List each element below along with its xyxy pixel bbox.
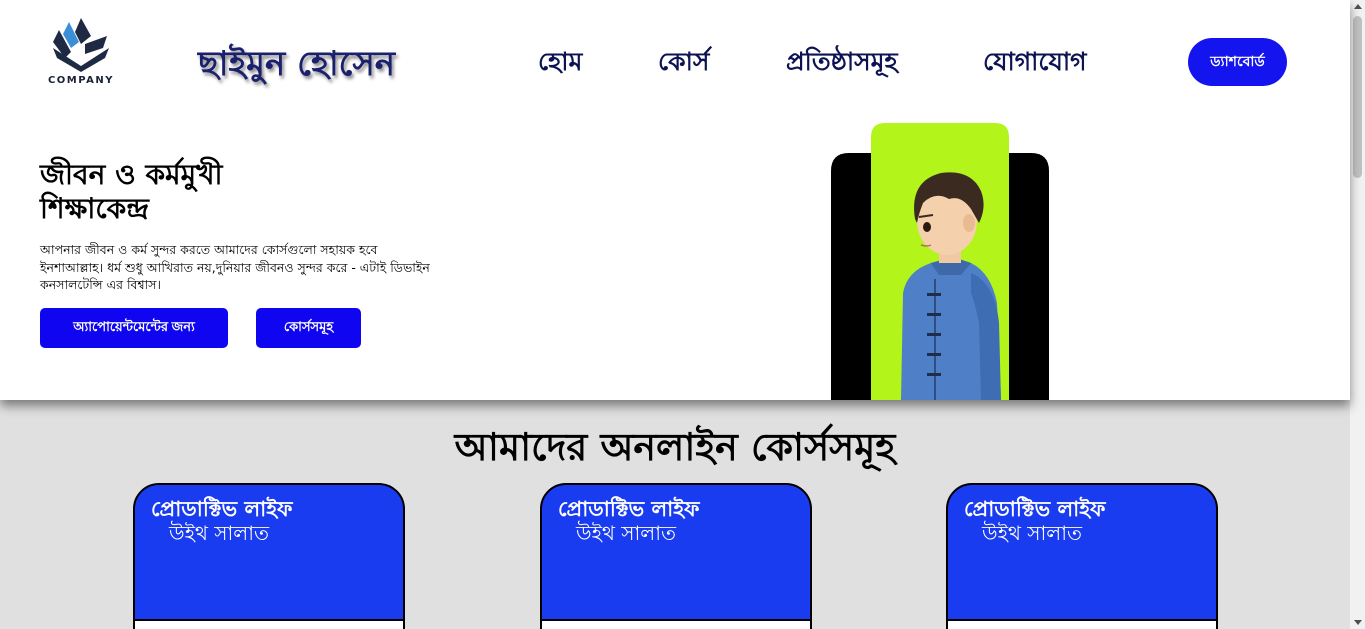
logo-text: COMPANY [47, 75, 115, 86]
hero-title-line2: শিক্ষাকেন্দ্র [40, 192, 149, 225]
nav-item-courses[interactable]: কোর্স [658, 42, 709, 85]
hero-image [831, 123, 1049, 400]
course-card-body [542, 619, 810, 629]
hero-description: আপনার জীবন ও কর্ম সুন্দর করতে আমাদের কোর… [40, 242, 430, 292]
page: COMPANY ছাইমুন হোসেন হোম কোর্স প্রতিষ্ঠা… [0, 0, 1365, 629]
course-card[interactable]: প্রোডাক্টিভ লাইফ উইথ সালাত [133, 483, 405, 629]
hero-header-section: COMPANY ছাইমুন হোসেন হোম কোর্স প্রতিষ্ঠা… [0, 0, 1350, 400]
online-courses-section: আমাদের অনলাইন কোর্সসমূহ প্রোডাক্টিভ লাইফ… [0, 400, 1350, 629]
scrollbar-thumb[interactable] [1353, 16, 1362, 178]
course-card-body [948, 619, 1216, 629]
hero-title: জীবন ও কর্মমুখী শিক্ষাকেন্দ্র [40, 158, 440, 226]
vertical-scrollbar[interactable] [1350, 0, 1365, 629]
nav-item-institutions[interactable]: প্রতিষ্ঠাসমূহ [786, 42, 898, 85]
scroll-down-icon[interactable] [1354, 620, 1362, 625]
courses-button[interactable]: কোর্সসমূহ [256, 308, 361, 348]
nav-item-home[interactable]: হোম [538, 42, 582, 85]
boy-portrait-icon [831, 123, 1049, 400]
courses-heading: আমাদের অনলাইন কোর্সসমূহ [454, 424, 896, 469]
dashboard-button[interactable]: ড্যাশবোর্ড [1188, 38, 1287, 86]
brand-name[interactable]: ছাইমুন হোসেন [198, 38, 395, 95]
course-card-subtitle: উইথ সালাত [576, 521, 677, 545]
course-card[interactable]: প্রোডাক্টিভ লাইফ উইথ সালাত [946, 483, 1218, 629]
logo-icon [53, 18, 109, 72]
course-card-subtitle: উইথ সালাত [982, 521, 1083, 545]
hero-title-line1: জীবন ও কর্মমুখী [40, 158, 223, 191]
nav-item-contact[interactable]: যোগাযোগ [983, 42, 1087, 85]
course-card-subtitle: উইথ সালাত [169, 521, 270, 545]
appointment-button[interactable]: অ্যাপোয়েন্টমেন্টের জন্য [40, 308, 228, 348]
course-card[interactable]: প্রোডাক্টিভ লাইফ উইথ সালাত [540, 483, 812, 629]
company-logo[interactable]: COMPANY [40, 14, 122, 90]
scroll-up-icon[interactable] [1354, 4, 1362, 9]
course-card-body [135, 619, 403, 629]
